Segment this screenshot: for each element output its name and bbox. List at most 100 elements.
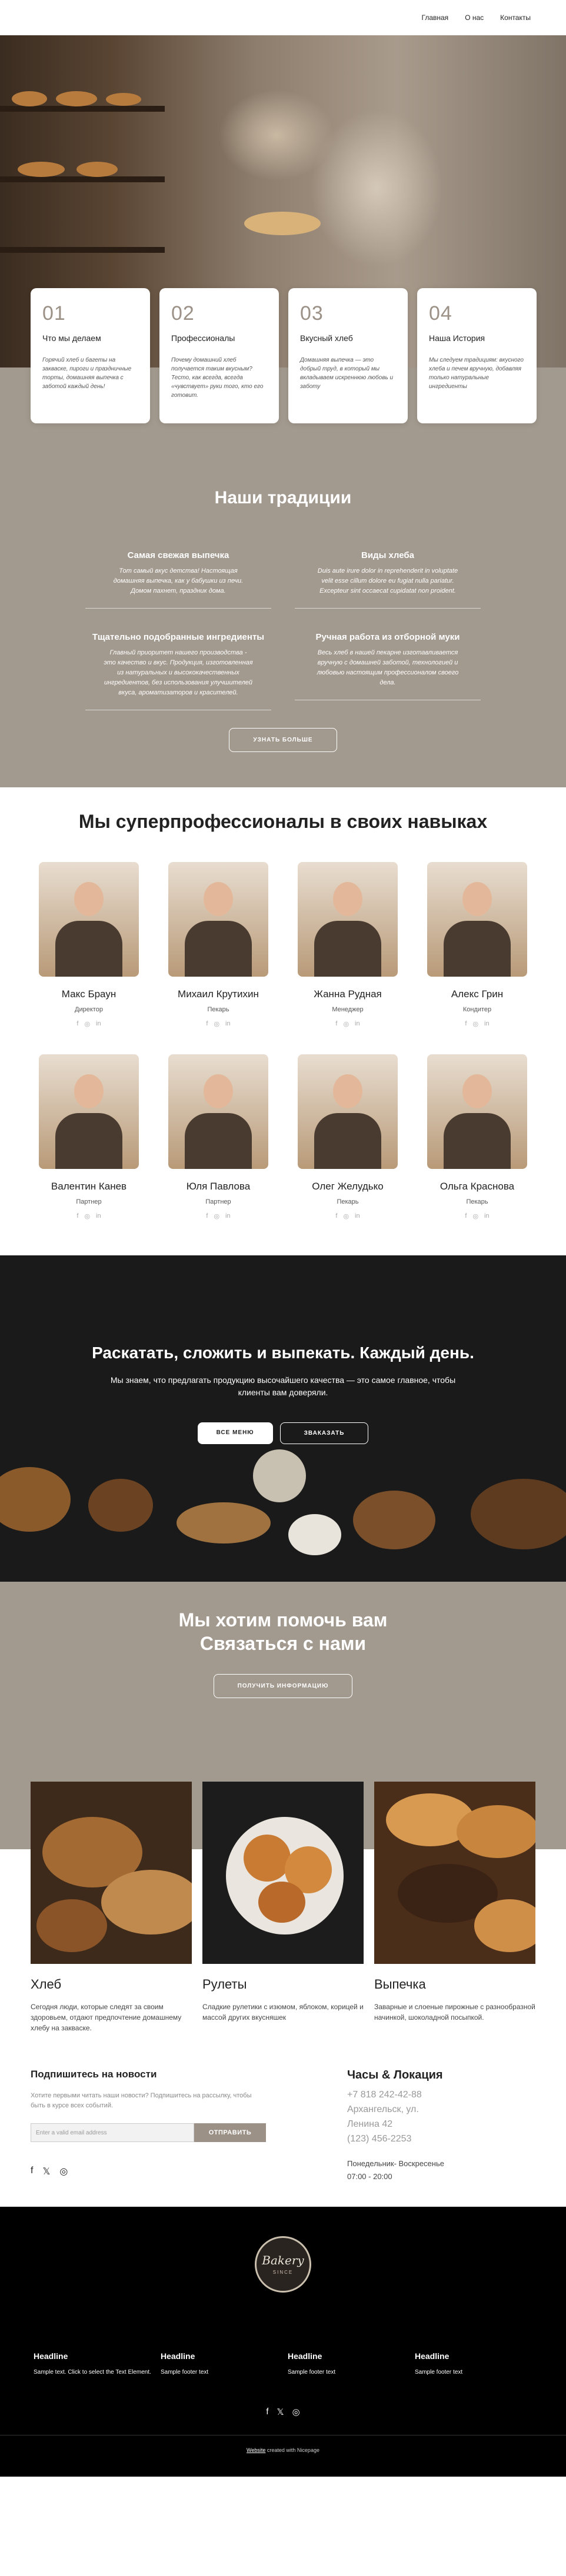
hours-location: Часы & Локация +7 818 242-42-88 Архангел… bbox=[347, 2069, 535, 2183]
facebook-icon[interactable]: f bbox=[206, 1212, 208, 1220]
tradition-title: Ручная работа из отборной муки bbox=[315, 632, 460, 643]
linkedin-icon[interactable]: in bbox=[355, 1020, 360, 1028]
tradition-item: Виды хлеба Duis aute irure dolor in repr… bbox=[295, 550, 481, 609]
feature-title: Наша История bbox=[429, 333, 485, 343]
opening-time: 07:00 - 20:00 bbox=[347, 2171, 392, 2181]
opening-days: Понедельник- Воскресенье bbox=[347, 2159, 444, 2168]
instagram-icon[interactable]: ◎ bbox=[84, 1212, 90, 1220]
instagram-icon[interactable]: ◎ bbox=[59, 2166, 68, 2177]
nav-contacts[interactable]: Контакты bbox=[500, 14, 531, 22]
credit-line: Website created with Nicepage bbox=[0, 2447, 566, 2453]
feature-text: Почему домашний хлеб получается таким вк… bbox=[171, 357, 264, 399]
facebook-icon[interactable]: f bbox=[76, 1212, 78, 1220]
bread-image bbox=[31, 1782, 192, 1964]
instagram-icon[interactable]: ◎ bbox=[343, 1212, 349, 1220]
tradition-title: Виды хлеба bbox=[361, 550, 414, 560]
team-grid: Макс Браун Директор f ◎ in Михаил Крутихин Пек… bbox=[24, 862, 542, 1220]
feature-title: Вкусный хлеб bbox=[300, 333, 353, 343]
tradition-item: Тщательно подобранные ингредиенты Главны… bbox=[85, 632, 271, 711]
team-member: Михаил Крутихин Пекарь f ◎ in bbox=[154, 862, 283, 1028]
member-social: f ◎ in bbox=[154, 1020, 283, 1028]
credit-link[interactable]: Website bbox=[247, 2447, 265, 2453]
phone-link-2[interactable]: (123) 456-2253 bbox=[347, 2132, 535, 2147]
member-photo bbox=[168, 862, 268, 977]
order-button[interactable]: ЗВАКАЗАТЬ bbox=[279, 1422, 369, 1445]
footer-heading: Headline bbox=[288, 2351, 322, 2361]
newsletter-text: Хотите первыми читать наши новости? Подп… bbox=[31, 2092, 252, 2109]
products-section: Хлеб Сегодня люди, которые следят за сво… bbox=[0, 1782, 566, 2033]
linkedin-icon[interactable]: in bbox=[225, 1212, 231, 1220]
footer-heading: Headline bbox=[34, 2351, 68, 2361]
contact-info: +7 818 242-42-88 Архангельск, ул. Ленина… bbox=[347, 2088, 535, 2146]
linkedin-icon[interactable]: in bbox=[355, 1212, 360, 1220]
team-member: Жанна Рудная Менеджер f ◎ in bbox=[283, 862, 412, 1028]
get-info-button[interactable]: ПОЛУЧИТЬ ИНФОРМАЦИЮ bbox=[213, 1674, 353, 1699]
member-role: Партнер bbox=[76, 1198, 102, 1206]
submit-button[interactable]: ОТПРАВИТЬ bbox=[194, 2123, 266, 2143]
feature-card: 01 Что мы делаем Горячий хлеб и багеты н… bbox=[31, 288, 150, 423]
facebook-icon[interactable]: f bbox=[206, 1020, 208, 1028]
address-city: Архангельск, ул. bbox=[347, 2104, 419, 2115]
tradition-text: Тот самый вкус детства! Настоящая домашн… bbox=[113, 567, 244, 595]
divider bbox=[85, 608, 271, 609]
feature-card: 02 Профессионалы Почему домашний хлеб по… bbox=[159, 288, 279, 423]
member-role: Партнер bbox=[205, 1198, 231, 1206]
nav-home[interactable]: Главная bbox=[422, 14, 449, 22]
linkedin-icon[interactable]: in bbox=[225, 1020, 231, 1028]
twitter-icon[interactable]: 𝕏 bbox=[42, 2166, 50, 2177]
feature-text: Домашняя выпечка — это добрый труд, в ко… bbox=[300, 357, 394, 390]
top-nav: Главная О нас Контакты bbox=[0, 0, 566, 35]
newsletter-form: Enter a valid email address ОТПРАВИТЬ bbox=[31, 2123, 266, 2143]
bake-text: Мы знаем, что предлагать продукцию высоч… bbox=[110, 1375, 456, 1398]
learn-more-button[interactable]: УЗНАТЬ БОЛЬШЕ bbox=[229, 728, 337, 753]
facebook-icon[interactable]: f bbox=[76, 1020, 78, 1028]
product-card: Выпечка Заварные и слоеные пирожные с ра… bbox=[374, 1782, 535, 2033]
product-title: Хлеб bbox=[31, 1977, 62, 1992]
instagram-icon[interactable]: ◎ bbox=[472, 1020, 478, 1028]
facebook-icon[interactable]: f bbox=[335, 1212, 337, 1220]
product-text: Заварные и слоеные пирожные с разнообраз… bbox=[374, 2003, 535, 2022]
feature-number: 02 bbox=[171, 302, 195, 325]
linkedin-icon[interactable]: in bbox=[96, 1212, 101, 1220]
footer-heading: Headline bbox=[415, 2351, 450, 2361]
instagram-icon[interactable]: ◎ bbox=[472, 1212, 478, 1220]
member-photo bbox=[427, 1054, 527, 1170]
instagram-icon[interactable]: ◎ bbox=[214, 1212, 219, 1220]
member-role: Директор bbox=[75, 1006, 103, 1014]
facebook-icon[interactable]: f bbox=[465, 1212, 467, 1220]
footer-heading: Headline bbox=[161, 2351, 195, 2361]
instagram-icon[interactable]: ◎ bbox=[343, 1020, 349, 1028]
pastry-image bbox=[374, 1782, 535, 1964]
facebook-icon[interactable]: f bbox=[465, 1020, 467, 1028]
member-social: f ◎ in bbox=[412, 1212, 542, 1220]
member-role: Менеджер bbox=[332, 1006, 364, 1014]
product-text: Сегодня люди, которые следят за своим зд… bbox=[31, 2003, 182, 2033]
facebook-icon[interactable]: f bbox=[266, 2407, 268, 2417]
twitter-icon[interactable]: 𝕏 bbox=[277, 2407, 284, 2417]
footer-text: Sample footer text bbox=[288, 2368, 336, 2375]
member-social: f ◎ in bbox=[24, 1212, 154, 1220]
instagram-icon[interactable]: ◎ bbox=[214, 1020, 219, 1028]
facebook-icon[interactable]: f bbox=[31, 2166, 33, 2177]
feature-cards: 01 Что мы делаем Горячий хлеб и багеты н… bbox=[31, 288, 537, 423]
feature-text: Мы следуем традициям: вкусного хлеба и п… bbox=[429, 357, 524, 390]
linkedin-icon[interactable]: in bbox=[96, 1020, 101, 1028]
nav-about[interactable]: О нас bbox=[465, 14, 484, 22]
product-title: Выпечка bbox=[374, 1977, 426, 1992]
member-photo bbox=[298, 862, 398, 977]
full-menu-button[interactable]: ВСЕ МЕНЮ bbox=[197, 1422, 273, 1445]
traditions-title: Наши традиции bbox=[214, 488, 352, 507]
instagram-icon[interactable]: ◎ bbox=[84, 1020, 90, 1028]
member-name: Жанна Рудная bbox=[314, 988, 382, 1000]
instagram-icon[interactable]: ◎ bbox=[292, 2407, 300, 2417]
rolls-image bbox=[202, 1782, 364, 1964]
facebook-icon[interactable]: f bbox=[335, 1020, 337, 1028]
linkedin-icon[interactable]: in bbox=[484, 1020, 490, 1028]
footer-text: Sample text. Click to select the Text El… bbox=[34, 2368, 151, 2375]
email-input[interactable]: Enter a valid email address bbox=[31, 2123, 194, 2143]
team-title: Мы суперпрофессионалы в своих навыках bbox=[78, 811, 488, 833]
product-card: Рулеты Сладкие рулетики с изюмом, яблоко… bbox=[202, 1782, 364, 2033]
linkedin-icon[interactable]: in bbox=[484, 1212, 490, 1220]
bakery-logo: Bakery SINCE bbox=[255, 2236, 311, 2293]
phone-link[interactable]: +7 818 242-42-88 bbox=[347, 2088, 535, 2103]
